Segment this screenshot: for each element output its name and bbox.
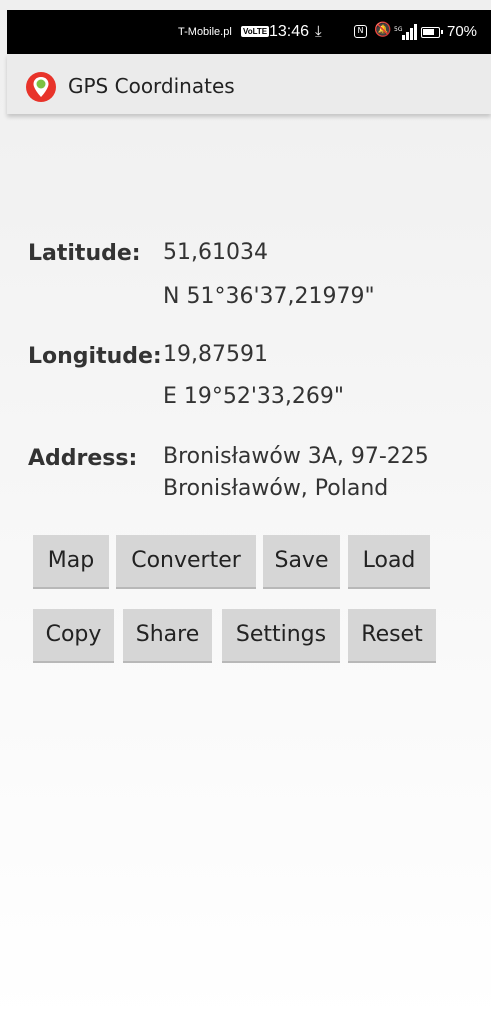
longitude-label: Longitude: (28, 344, 162, 369)
battery-percent: 70% (447, 23, 478, 40)
download-icon: ⤓ (315, 22, 322, 40)
map-button[interactable]: Map (33, 535, 109, 587)
save-button[interactable]: Save (263, 535, 340, 587)
converter-button[interactable]: Converter (116, 535, 256, 587)
address-line-2: Bronisławów, Poland (163, 476, 389, 501)
status-time: 13:46 (269, 23, 310, 40)
svg-text:5G: 5G (394, 26, 403, 33)
longitude-dms: E 19°52'33,269" (163, 384, 345, 409)
load-button[interactable]: Load (348, 535, 430, 587)
share-button[interactable]: Share (123, 609, 212, 661)
address-label: Address: (28, 446, 138, 471)
copy-button[interactable]: Copy (33, 609, 114, 661)
settings-button[interactable]: Settings (222, 609, 340, 661)
reset-button[interactable]: Reset (348, 609, 436, 661)
volte-badge: VoLTE (241, 26, 270, 37)
app-bar: GPS Coordinates (7, 54, 491, 114)
mute-icon: 🔕 (374, 22, 392, 38)
latitude-label: Latitude: (28, 241, 141, 266)
address-line-1: Bronisławów 3A, 97-225 (163, 444, 429, 469)
status-bar: T-Mobile.pl VoLTE 13:46 ⤓ N 🔕 5G 70% (7, 10, 491, 54)
battery-icon (421, 27, 443, 38)
app-title: GPS Coordinates (68, 74, 235, 98)
location-pin-icon (26, 72, 56, 102)
carrier-name: T-Mobile.pl (178, 26, 232, 38)
latitude-decimal: 51,61034 (163, 240, 268, 265)
longitude-decimal: 19,87591 (163, 342, 268, 367)
nfc-icon: N (354, 25, 367, 38)
latitude-dms: N 51°36'37,21979" (163, 284, 375, 309)
signal-icon: 5G (394, 24, 417, 40)
